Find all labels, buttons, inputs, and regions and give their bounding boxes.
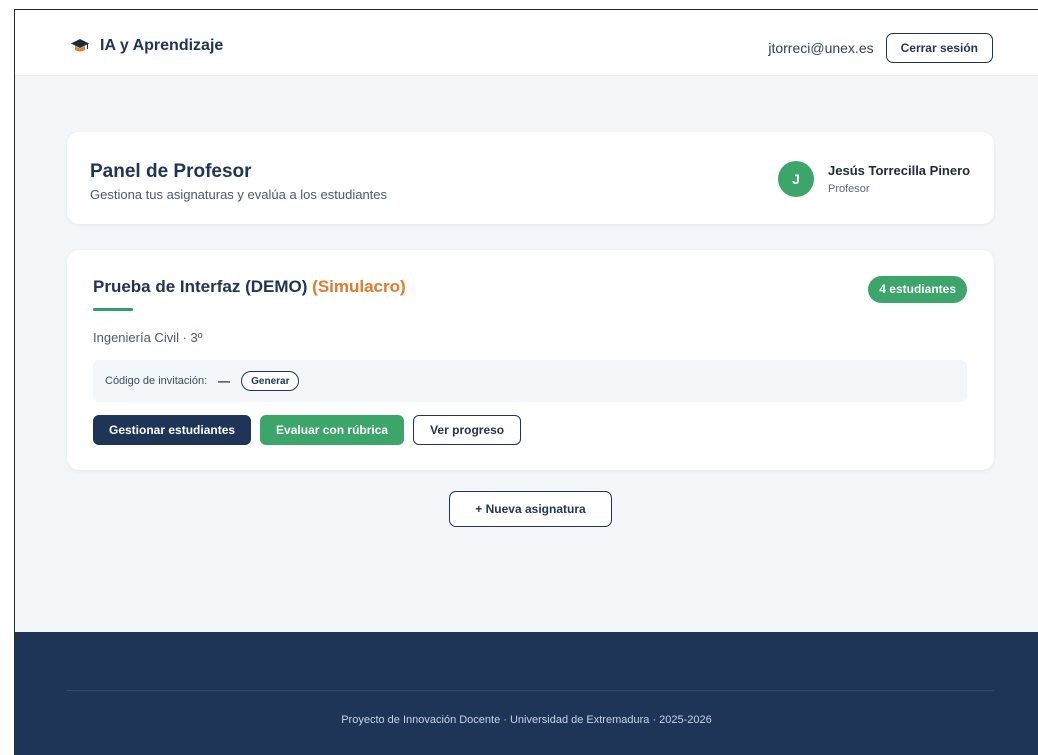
title-underline xyxy=(93,308,133,311)
course-name: Prueba de Interfaz (DEMO) xyxy=(93,277,308,296)
invite-code-box: Código de invitación: — Generar xyxy=(93,360,967,402)
user-email: jtorreci@unex.es xyxy=(768,40,874,56)
teacher-name: Jesús Torrecilla Pinero xyxy=(828,163,971,178)
course-actions: Gestionar estudiantes Evaluar con rúbric… xyxy=(93,415,522,445)
top-navbar: IA y Aprendizaje jtorreci@unex.es Cerrar… xyxy=(15,10,1038,76)
teacher-panel-card: Panel de Profesor Gestiona tus asignatur… xyxy=(67,132,994,224)
avatar: J xyxy=(778,161,814,197)
invite-code-label: Código de invitación: xyxy=(105,375,208,387)
evaluate-rubric-button[interactable]: Evaluar con rúbrica xyxy=(260,415,405,445)
brand[interactable]: IA y Aprendizaje xyxy=(70,37,223,55)
page-subtitle: Gestiona tus asignaturas y evalúa a los … xyxy=(90,187,388,202)
manage-students-button[interactable]: Gestionar estudiantes xyxy=(93,415,252,445)
teacher-role: Profesor xyxy=(828,183,870,195)
course-title: Prueba de Interfaz (DEMO) (Simulacro) xyxy=(93,277,406,297)
invite-code-value: — xyxy=(218,374,231,388)
generate-code-button[interactable]: Generar xyxy=(241,371,300,391)
students-count-badge: 4 estudiantes xyxy=(868,276,967,303)
new-subject-button[interactable]: + Nueva asignatura xyxy=(449,491,612,527)
brand-name: IA y Aprendizaje xyxy=(100,37,224,54)
page-title: Panel de Profesor xyxy=(90,161,252,182)
graduation-cap-icon xyxy=(71,39,89,52)
footer: Proyecto de Innovación Docente · Univers… xyxy=(15,632,1038,755)
course-meta: Ingeniería Civil · 3º xyxy=(93,330,203,345)
logout-button[interactable]: Cerrar sesión xyxy=(885,33,993,63)
course-tag: (Simulacro) xyxy=(312,277,406,296)
view-progress-button[interactable]: Ver progreso xyxy=(413,415,522,445)
app-window: IA y Aprendizaje jtorreci@unex.es Cerrar… xyxy=(14,9,1038,755)
footer-divider xyxy=(67,690,994,691)
course-card: Prueba de Interfaz (DEMO) (Simulacro) 4 … xyxy=(67,250,994,470)
footer-text: Proyecto de Innovación Docente · Univers… xyxy=(341,714,712,726)
user-area: jtorreci@unex.es Cerrar sesión xyxy=(768,33,993,63)
